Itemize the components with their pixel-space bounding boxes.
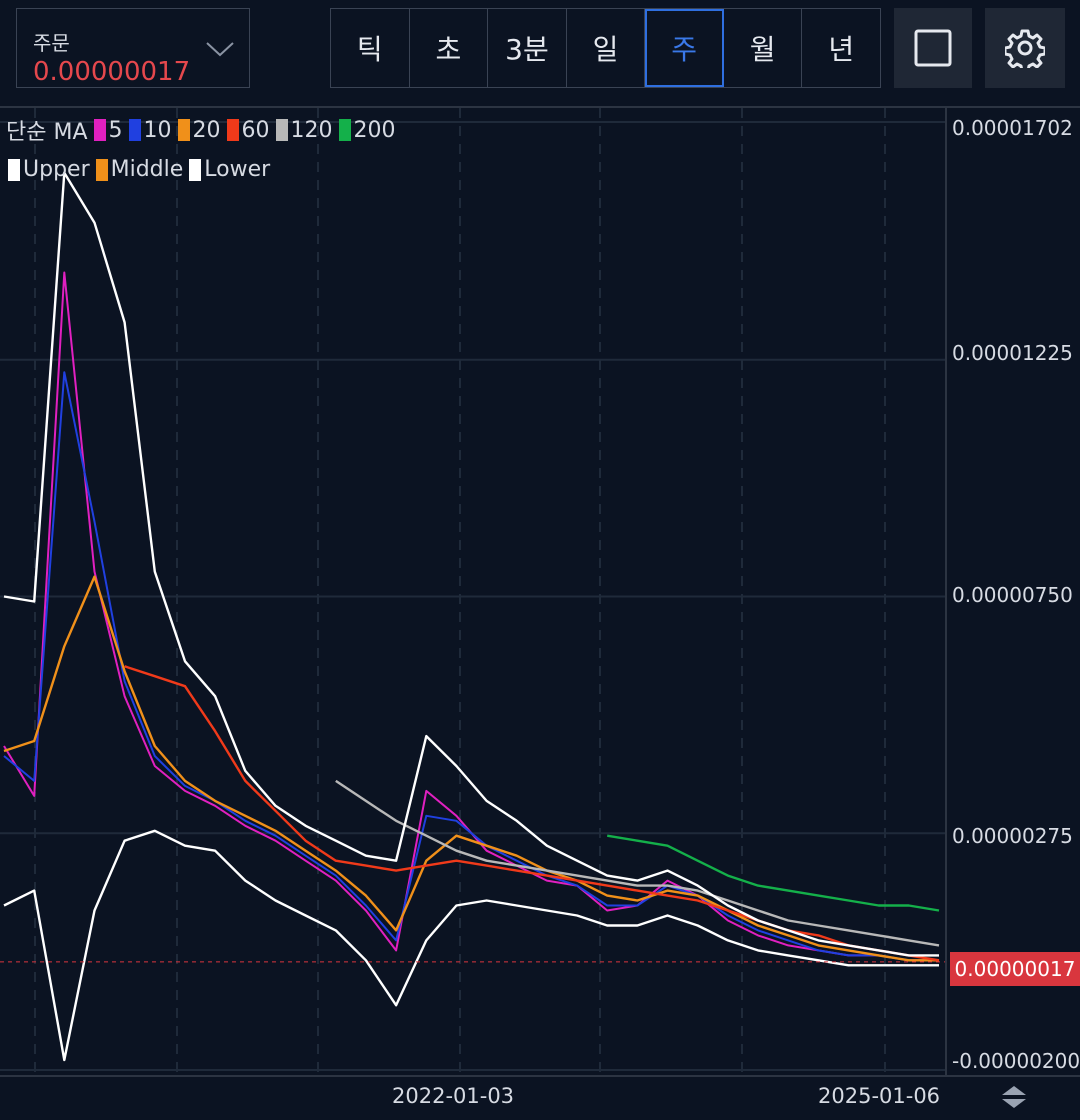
series-line-10 [3,371,939,962]
chart-toolbar: 주문 0.00000017 틱 초 3분 일 주 월 년 [0,0,1080,106]
order-price-value: 0.00000017 [33,57,191,87]
timeframe-second[interactable]: 초 [410,9,489,87]
timeframe-month[interactable]: 월 [724,9,803,87]
ma10-swatch [128,119,141,141]
x-tick-label: 2022-01-03 [392,1084,515,1108]
bb-lower-swatch [189,158,202,181]
order-label: 주문 [33,31,70,55]
ma120-label: 120 [290,117,333,143]
ma60-swatch [226,119,239,141]
timeframe-year[interactable]: 년 [802,9,880,87]
settings-button[interactable] [985,8,1065,88]
y-tick-label: -0.00000200 [952,1049,1080,1073]
timeframe-3min[interactable]: 3분 [488,9,567,87]
y-tick-label: 0.00000275 [952,824,1073,848]
series-line-60 [124,665,940,962]
bb-middle-swatch [95,158,108,181]
ma60-label: 60 [241,117,270,143]
ma20-swatch [177,119,190,141]
gear-icon [1005,29,1045,68]
axis-scale-handle-icon[interactable] [1000,1084,1028,1110]
bb-upper-label: Upper [23,157,90,182]
ma200-label: 200 [353,117,396,143]
ma20-label: 20 [192,117,221,143]
bollinger-legend: Upper Middle Lower [6,157,274,182]
y-tick-label: 0.00001225 [952,341,1073,365]
order-type-select[interactable]: 주문 0.00000017 [16,8,250,88]
ma5-label: 5 [108,117,123,143]
ma10-label: 10 [143,117,172,143]
fullscreen-button[interactable] [894,8,972,88]
current-price-tag: 0.00000017 [950,952,1080,986]
bb-lower-label: Lower [204,157,271,182]
ma-legend-title: 단순 MA [6,120,88,145]
ma5-swatch [93,119,106,141]
price-chart[interactable] [0,108,1080,1120]
ma120-swatch [275,119,288,141]
square-icon [914,29,952,67]
series-line-lower [3,829,939,1062]
y-tick-label: 0.00001702 [952,116,1073,140]
ma-legend: 단순 MA 5 10 20 60 120 200 [6,114,400,146]
timeframe-week[interactable]: 주 [645,9,724,87]
series-line-5 [3,271,939,962]
series-line-upper [3,171,939,957]
y-tick-label: 0.00000750 [952,583,1073,607]
timeframe-selector: 틱 초 3분 일 주 월 년 [330,8,881,88]
timeframe-tick[interactable]: 틱 [331,9,410,87]
bb-middle-label: Middle [110,157,184,182]
ma200-swatch [338,119,351,141]
bb-upper-swatch [8,158,20,181]
timeframe-day[interactable]: 일 [567,9,646,87]
chevron-down-icon [206,42,234,57]
x-tick-label: 2025-01-06 [818,1084,941,1108]
